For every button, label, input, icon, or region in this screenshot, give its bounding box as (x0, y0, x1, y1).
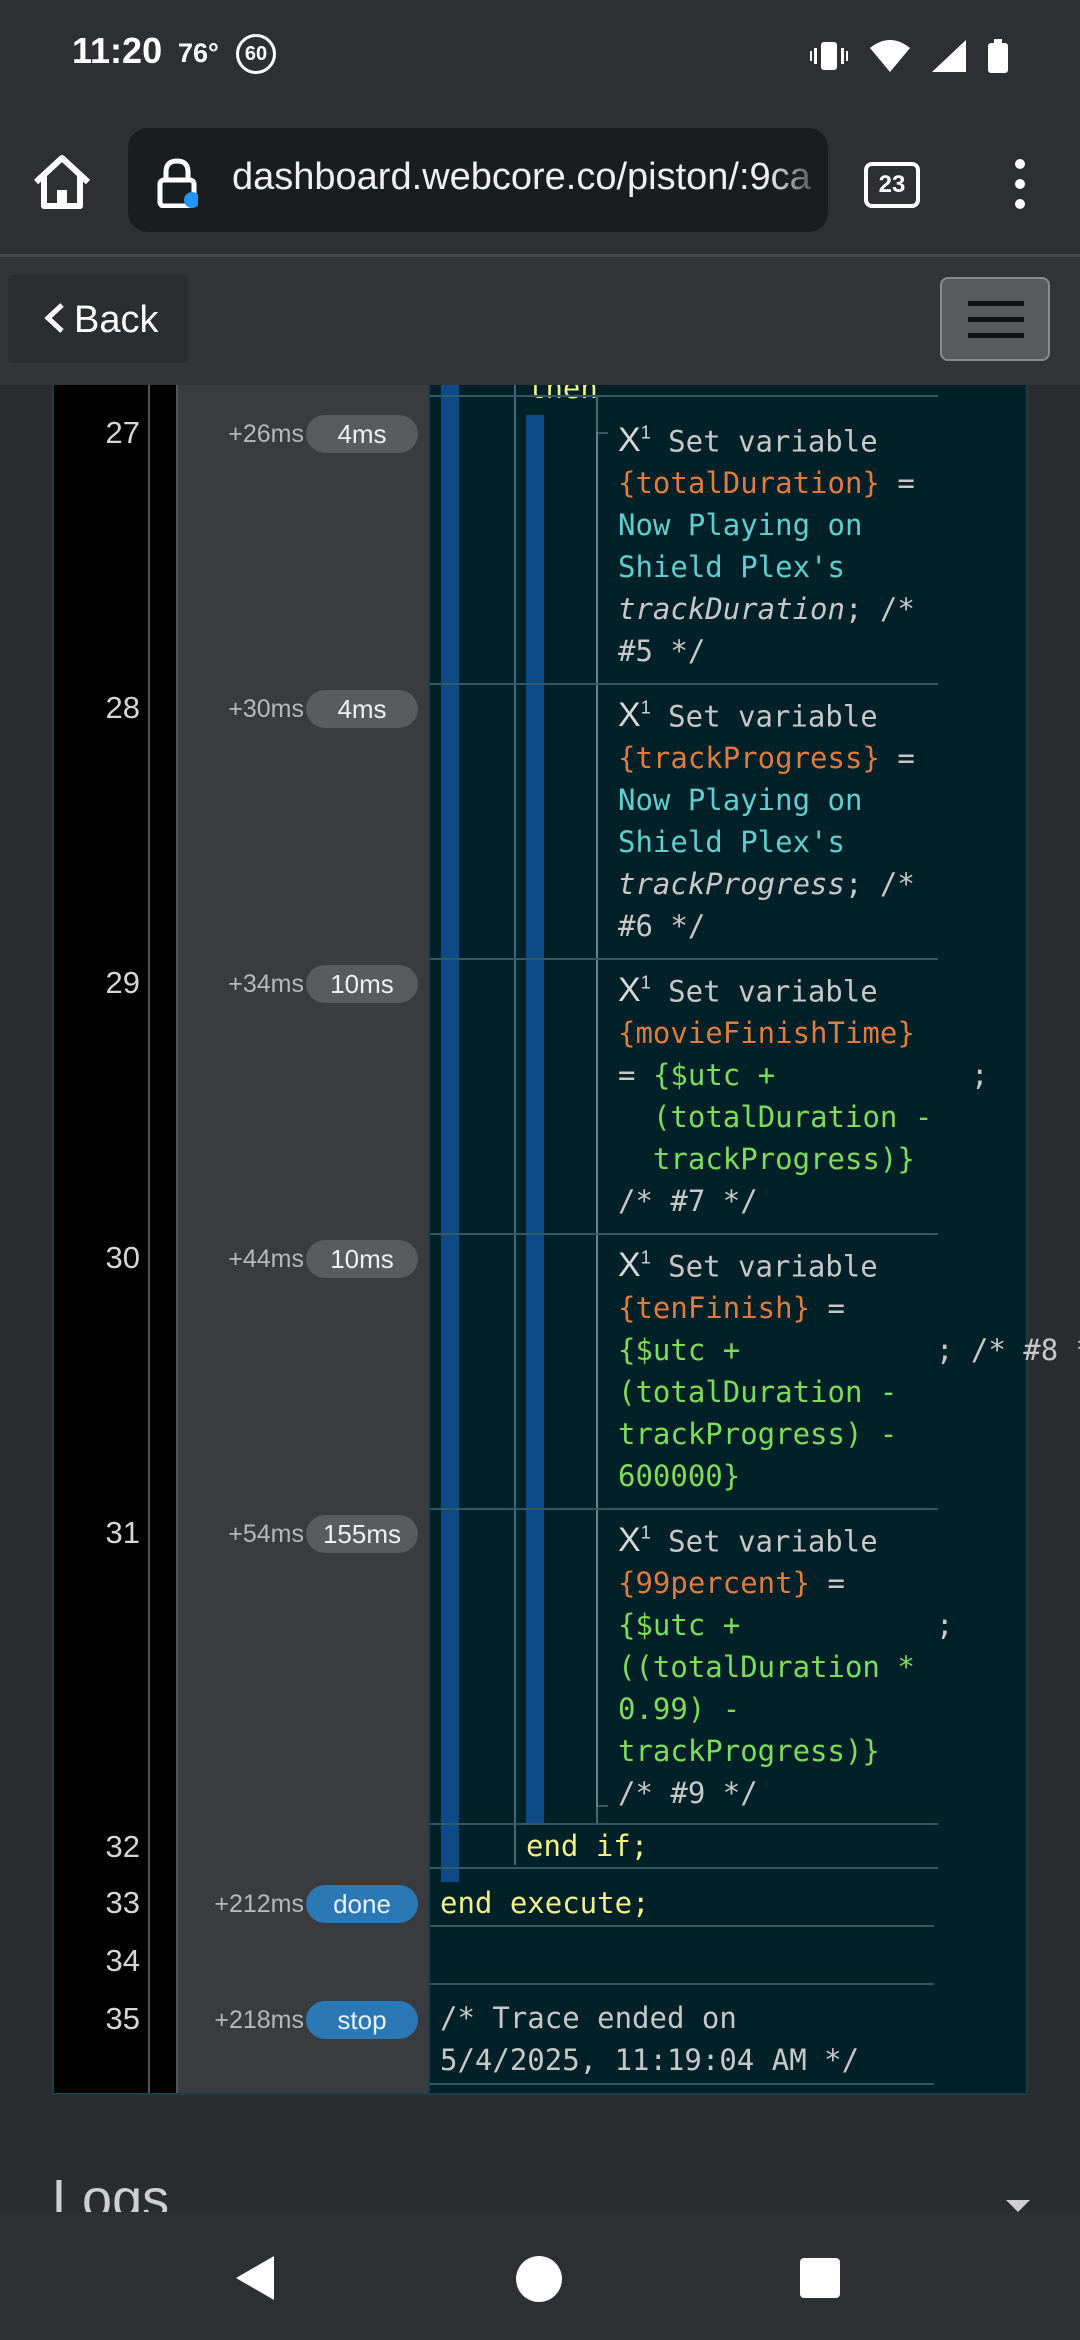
trace-panel: then 27 +26ms 4ms X1 Set variable {total… (0, 385, 1080, 2100)
code-statement[interactable]: X1 Set variable {movieFinishTime} = {$ut… (618, 962, 988, 1222)
code-statement[interactable]: end if; (526, 1825, 844, 1867)
browser-toolbar: dashboard.webcore.co/piston/:9ca 23 (0, 110, 1080, 257)
duration-badge: 10ms (306, 1240, 418, 1278)
time-offset: +30ms (228, 695, 304, 723)
status-badge: stop (306, 2001, 418, 2039)
home-icon[interactable] (30, 150, 94, 214)
line-number: 33 (105, 1885, 140, 1920)
status-time: 11:20 (72, 30, 163, 71)
signal-icon (932, 40, 966, 72)
execution-marker-icon: X1 (618, 1521, 651, 1560)
time-offset: +44ms (228, 1245, 304, 1273)
execution-marker-icon: X1 (618, 696, 651, 735)
menu-toggle-button[interactable] (940, 277, 1050, 361)
duration-badge: 10ms (306, 965, 418, 1003)
back-button[interactable]: Back (8, 275, 188, 363)
line-number: 34 (105, 1943, 140, 1978)
chevron-left-icon (44, 303, 64, 333)
line-number: 32 (105, 1829, 140, 1864)
more-menu-icon[interactable] (1000, 154, 1040, 214)
time-offset: +26ms (228, 420, 304, 448)
system-nav-bar (0, 2212, 1080, 2340)
line-number: 29 (105, 965, 140, 1000)
lock-icon[interactable] (156, 158, 198, 208)
line-number: 31 (105, 1515, 140, 1550)
battery-icon (988, 39, 1008, 73)
trace-end-comment: /* Trace ended on 5/4/2025, 11:19:04 AM … (440, 2001, 860, 2077)
code-statement[interactable]: X1 Set variable {tenFinish} = {$utc + (t… (618, 1237, 1080, 1497)
line-number: 27 (105, 415, 140, 450)
nav-recents-icon[interactable] (800, 2258, 840, 2298)
nav-back-icon[interactable] (236, 2256, 274, 2300)
time-offset: +218ms (214, 2006, 304, 2034)
code-statement[interactable]: X1 Set variable {99percent} = {$utc + ((… (618, 1512, 953, 1814)
code-statement[interactable]: end execute; (440, 1882, 758, 1924)
execution-marker-icon: X1 (618, 421, 651, 460)
status-temperature: 76° (178, 38, 219, 68)
duration-badge: 4ms (306, 415, 418, 453)
url-text: dashboard.webcore.co/piston/:9ca (232, 156, 811, 198)
url-bar[interactable]: dashboard.webcore.co/piston/:9ca (128, 128, 828, 232)
tab-count-button[interactable]: 23 (864, 162, 920, 208)
code-statement[interactable]: X1 Set variable {trackProgress} = Now Pl… (618, 687, 936, 947)
wifi-icon (870, 40, 910, 72)
line-number: 30 (105, 1240, 140, 1275)
time-offset: +34ms (228, 970, 304, 998)
status-badge: done (306, 1885, 418, 1923)
code-statement[interactable]: X1 Set variable {totalDuration} = Now Pl… (618, 412, 936, 672)
duration-badge: 4ms (306, 690, 418, 728)
time-offset: +54ms (228, 1520, 304, 1548)
line-number: 28 (105, 690, 140, 725)
status-bar: 11:20 76° 60 (0, 0, 1080, 110)
line-number: 35 (105, 2001, 140, 2036)
duration-badge: 155ms (306, 1515, 418, 1553)
time-offset: +212ms (214, 1890, 304, 1918)
nav-home-icon[interactable] (516, 2256, 562, 2302)
aod-badge: 60 (236, 34, 276, 74)
status-icons (810, 36, 1008, 76)
back-label: Back (74, 299, 159, 341)
vibrate-icon (810, 42, 848, 70)
caret-down-icon[interactable] (1006, 2200, 1030, 2212)
execution-marker-icon: X1 (618, 1246, 651, 1285)
app-header: Back (0, 257, 1080, 385)
execution-marker-icon: X1 (618, 971, 651, 1010)
